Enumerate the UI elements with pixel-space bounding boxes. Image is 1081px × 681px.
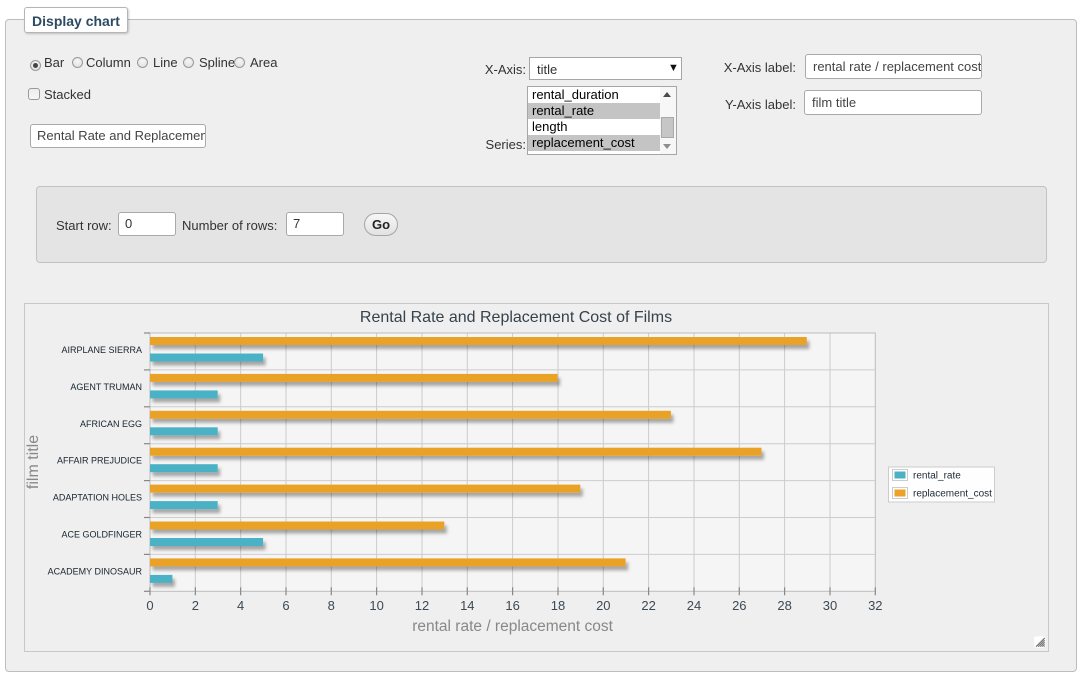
svg-text:26: 26 [732,598,746,613]
svg-text:12: 12 [415,598,429,613]
svg-text:rental_rate: rental_rate [913,471,961,482]
svg-text:30: 30 [823,598,837,613]
svg-text:10: 10 [369,598,383,613]
svg-text:AFFAIR PREJUDICE: AFFAIR PREJUDICE [57,456,142,466]
svg-text:24: 24 [687,598,701,613]
svg-text:AFRICAN EGG: AFRICAN EGG [80,419,142,429]
svg-text:rental rate / replacement cost: rental rate / replacement cost [412,618,613,635]
svg-text:AGENT TRUMAN: AGENT TRUMAN [70,382,142,392]
svg-text:ACE GOLDFINGER: ACE GOLDFINGER [61,530,142,540]
svg-text:8: 8 [328,598,335,613]
svg-text:0: 0 [146,598,153,613]
svg-text:28: 28 [777,598,791,613]
svg-text:14: 14 [460,598,474,613]
svg-text:16: 16 [505,598,519,613]
svg-text:replacement_cost: replacement_cost [913,489,992,500]
svg-text:ACADEMY DINOSAUR: ACADEMY DINOSAUR [48,566,143,576]
svg-text:20: 20 [596,598,610,613]
svg-text:AIRPLANE SIERRA: AIRPLANE SIERRA [61,345,142,355]
svg-text:22: 22 [641,598,655,613]
svg-text:4: 4 [237,598,244,613]
svg-text:18: 18 [551,598,565,613]
svg-text:32: 32 [868,598,882,613]
svg-text:ADAPTATION HOLES: ADAPTATION HOLES [53,493,142,503]
svg-text:2: 2 [192,598,199,613]
svg-text:6: 6 [282,598,289,613]
svg-text:Rental Rate and Replacement Co: Rental Rate and Replacement Cost of Film… [360,309,672,326]
svg-text:film title: film title [25,435,42,489]
